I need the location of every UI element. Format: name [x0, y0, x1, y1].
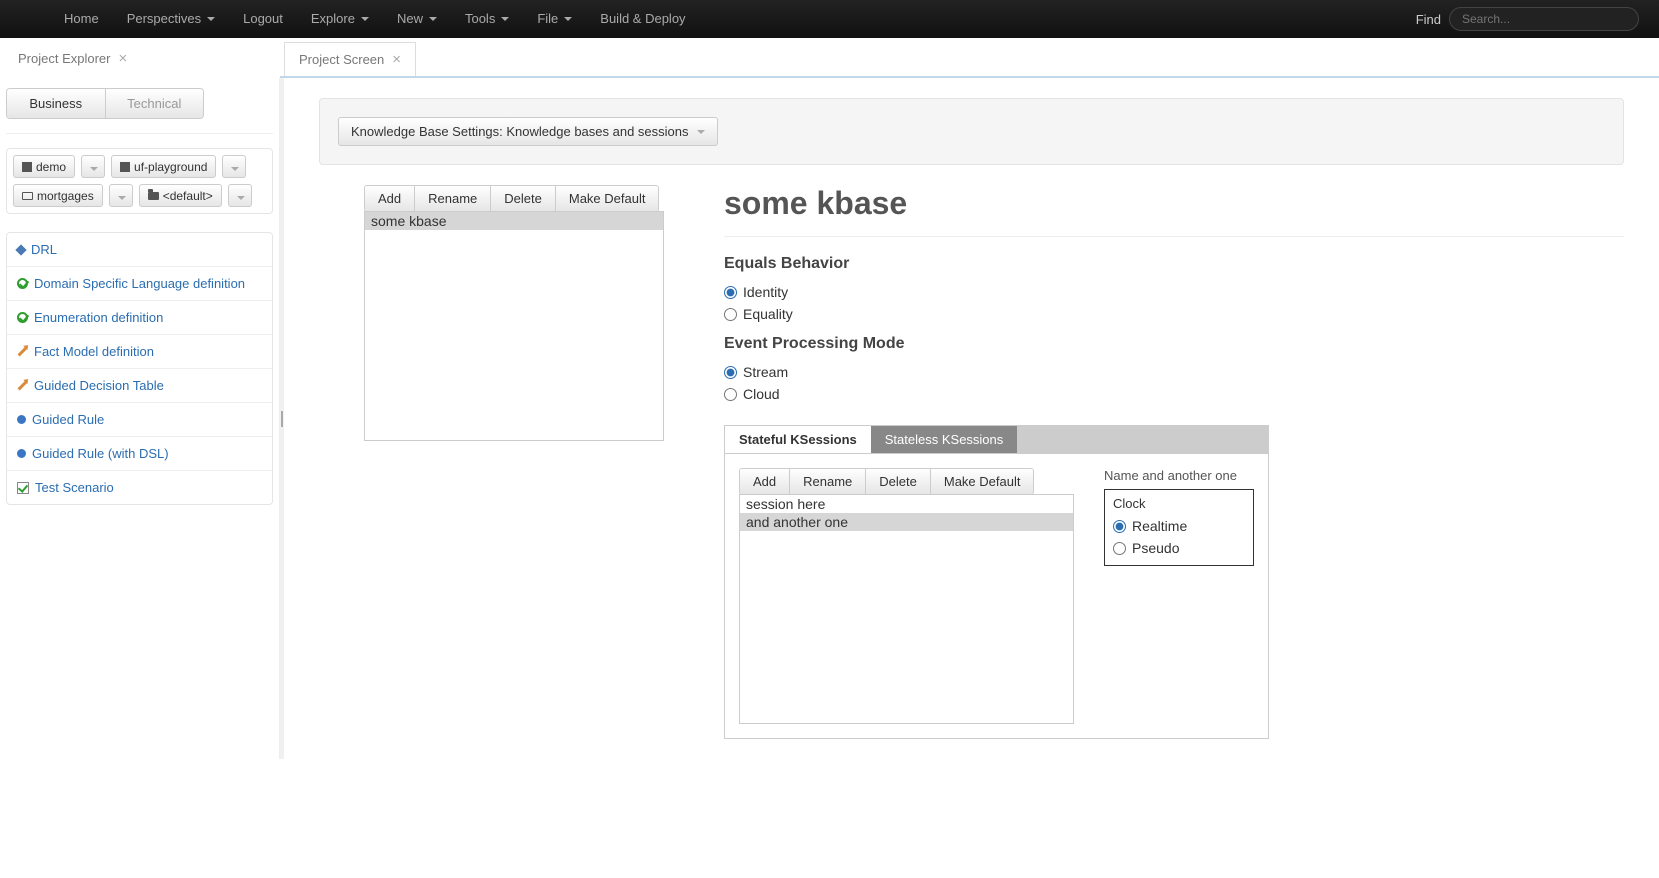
nav-new[interactable]: New [383, 0, 451, 38]
project-icon [22, 192, 33, 200]
crumb-caret[interactable] [228, 184, 252, 207]
repo-icon [120, 162, 130, 172]
crumb-caret[interactable] [81, 155, 105, 178]
close-icon[interactable]: × [118, 50, 127, 67]
toggle-technical[interactable]: Technical [105, 89, 204, 118]
drl-icon [15, 244, 26, 255]
kb-listbox[interactable]: some kbase [364, 211, 664, 441]
nav-file[interactable]: File [523, 0, 586, 38]
clock-heading: Clock [1113, 496, 1245, 511]
ksessions-panel: Stateful KSessions Stateless KSessions A… [724, 425, 1269, 739]
file-item-dsl[interactable]: Domain Specific Language definition [7, 267, 272, 301]
radio-realtime[interactable]: Realtime [1113, 515, 1245, 537]
file-item-guided-table[interactable]: Guided Decision Table [7, 369, 272, 403]
radio-equality[interactable]: Equality [724, 303, 1624, 325]
ks-list-item[interactable]: and another one [740, 513, 1073, 531]
ks-list-item[interactable]: session here [740, 495, 1073, 513]
kb-settings-dropdown[interactable]: Knowledge Base Settings: Knowledge bases… [338, 117, 718, 146]
kb-add-button[interactable]: Add [365, 186, 415, 211]
tab-label: Project Explorer [18, 51, 110, 66]
crumb-mortgages[interactable]: mortgages [13, 184, 103, 207]
kb-list-item[interactable]: some kbase [365, 212, 663, 230]
kb-title: some kbase [724, 185, 1624, 222]
caret-down-icon [564, 17, 572, 21]
ks-toolbar: Add Rename Delete Make Default [739, 468, 1034, 495]
file-item-test-scenario[interactable]: Test Scenario [7, 471, 272, 504]
rule-icon [17, 415, 26, 424]
radio-pseudo[interactable]: Pseudo [1113, 537, 1245, 559]
ks-listbox[interactable]: session here and another one [739, 494, 1074, 724]
rule-icon [17, 449, 26, 458]
dsl-icon [17, 278, 28, 289]
crumb-playground[interactable]: uf-playground [111, 155, 216, 178]
file-item-enum[interactable]: Enumeration definition [7, 301, 272, 335]
clock-box: Clock Realtime Pseudo [1104, 489, 1254, 566]
radio-identity[interactable]: Identity [724, 281, 1624, 303]
equals-heading: Equals Behavior [724, 255, 1624, 273]
folder-icon [148, 192, 159, 200]
tab-project-screen[interactable]: Project Screen × [284, 42, 416, 76]
project-explorer-sidebar: Business Technical demo uf-playground mo… [0, 78, 280, 759]
ks-make-default-button[interactable]: Make Default [931, 469, 1034, 494]
crumb-caret[interactable] [222, 155, 246, 178]
file-item-fact-model[interactable]: Fact Model definition [7, 335, 272, 369]
find-label: Find [1416, 12, 1441, 27]
ks-delete-button[interactable]: Delete [866, 469, 931, 494]
pencil-icon [18, 347, 28, 357]
radio-stream[interactable]: Stream [724, 361, 1624, 383]
view-toggle: Business Technical [6, 88, 204, 119]
kb-toolbar: Add Rename Delete Make Default [364, 185, 659, 212]
tab-stateless-ksessions[interactable]: Stateless KSessions [871, 426, 1018, 453]
caret-down-icon [361, 17, 369, 21]
kb-delete-button[interactable]: Delete [491, 186, 556, 211]
file-item-drl[interactable]: DRL [7, 233, 272, 267]
crumb-default[interactable]: <default> [139, 184, 222, 207]
breadcrumb: demo uf-playground mortgages <default> [6, 148, 273, 214]
enum-icon [17, 312, 28, 323]
kb-make-default-button[interactable]: Make Default [556, 186, 659, 211]
nav-tools[interactable]: Tools [451, 0, 523, 38]
test-icon [17, 482, 29, 494]
ks-add-button[interactable]: Add [740, 469, 790, 494]
radio-cloud[interactable]: Cloud [724, 383, 1624, 405]
nav-build-deploy[interactable]: Build & Deploy [586, 0, 699, 38]
project-screen-content: Knowledge Base Settings: Knowledge bases… [284, 78, 1659, 759]
file-list: DRL Domain Specific Language definition … [6, 232, 273, 505]
settings-well: Knowledge Base Settings: Knowledge bases… [319, 98, 1624, 165]
nav-home[interactable]: Home [50, 0, 113, 38]
nav-logout[interactable]: Logout [229, 0, 297, 38]
nav-explore[interactable]: Explore [297, 0, 383, 38]
ks-rename-button[interactable]: Rename [790, 469, 866, 494]
epm-heading: Event Processing Mode [724, 335, 1624, 353]
caret-down-icon [429, 17, 437, 21]
tab-label: Project Screen [299, 52, 384, 67]
group-icon [22, 162, 32, 172]
file-item-guided-rule[interactable]: Guided Rule [7, 403, 272, 437]
tabs-row: Project Explorer × Project Screen × [0, 38, 1659, 78]
kb-rename-button[interactable]: Rename [415, 186, 491, 211]
nav-perspectives[interactable]: Perspectives [113, 0, 229, 38]
caret-down-icon [697, 130, 705, 134]
pencil-icon [18, 381, 28, 391]
crumb-demo[interactable]: demo [13, 155, 75, 178]
crumb-caret[interactable] [109, 184, 133, 207]
search-input[interactable] [1449, 7, 1639, 31]
top-nav: Home Perspectives Logout Explore New Too… [0, 0, 1659, 38]
caret-down-icon [207, 17, 215, 21]
tab-stateful-ksessions[interactable]: Stateful KSessions [725, 426, 871, 453]
ks-name-label: Name and another one [1104, 468, 1254, 483]
toggle-business[interactable]: Business [7, 89, 105, 118]
caret-down-icon [501, 17, 509, 21]
file-item-guided-rule-dsl[interactable]: Guided Rule (with DSL) [7, 437, 272, 471]
close-icon[interactable]: × [392, 51, 401, 68]
tab-project-explorer[interactable]: Project Explorer × [4, 42, 141, 75]
